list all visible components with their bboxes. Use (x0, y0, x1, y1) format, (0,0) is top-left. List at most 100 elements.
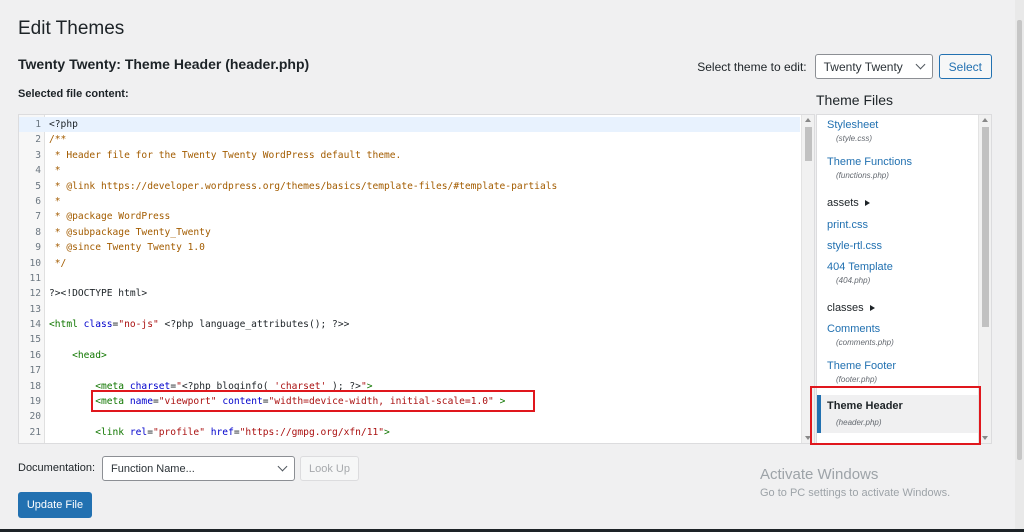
code-text: <html class="no-js" <?php language_attri… (49, 317, 349, 332)
file-link[interactable]: Stylesheet (827, 119, 878, 131)
file-link[interactable]: Theme Functions (827, 156, 912, 168)
file-item[interactable]: Comments (comments.php) (827, 323, 894, 347)
code-line[interactable]: 2 /** (19, 132, 800, 147)
code-line[interactable]: 10 */ (19, 256, 800, 271)
code-text: * @subpackage Twenty_Twenty (49, 225, 211, 240)
theme-dropdown-value: Twenty Twenty (823, 59, 903, 74)
code-line[interactable]: 1 <?php (19, 117, 800, 133)
file-link[interactable]: style-rtl.css (827, 240, 882, 252)
line-number: 3 (35, 149, 41, 161)
folder-assets[interactable]: assets (827, 197, 870, 209)
code-text: * (49, 194, 61, 209)
editor-scroll-thumb[interactable] (805, 127, 812, 161)
line-number: 14 (29, 319, 41, 331)
line-number: 20 (29, 411, 41, 423)
files-scroll-thumb[interactable] (982, 127, 989, 327)
code-line[interactable]: 4 * (19, 163, 800, 178)
update-file-button[interactable]: Update File (18, 492, 92, 518)
caret-right-icon (869, 305, 875, 311)
code-token: /** (49, 134, 67, 146)
code-line[interactable]: 17 (19, 363, 800, 378)
file-item[interactable]: print.css (827, 219, 868, 231)
code-token: * Header file for the Twenty Twenty Word… (49, 149, 402, 161)
scroll-up-arrow-icon[interactable] (805, 118, 811, 122)
code-token: <?php (49, 119, 78, 130)
scroll-up-arrow-icon[interactable] (982, 118, 988, 122)
code-line[interactable]: 16 <head> (19, 348, 800, 363)
file-link[interactable]: print.css (827, 219, 868, 231)
code-line[interactable]: 8 * @subpackage Twenty_Twenty (19, 225, 800, 240)
code-token: * (49, 165, 61, 177)
theme-select-label: Select theme to edit: (697, 59, 807, 74)
file-link[interactable]: Theme Footer (827, 360, 896, 372)
theme-files-heading: Theme Files (816, 92, 894, 108)
line-number: 1 (35, 119, 41, 130)
code-text: * @package WordPress (49, 209, 171, 224)
code-line[interactable]: 13 (19, 302, 800, 317)
code-line[interactable]: 9 * @since Twenty Twenty 1.0 (19, 240, 800, 255)
folder-label: classes (827, 302, 864, 314)
documentation-label: Documentation: (18, 462, 96, 474)
file-name: (comments.php) (836, 338, 894, 347)
code-line[interactable]: 3 * Header file for the Twenty Twenty Wo… (19, 148, 800, 163)
code-text: * @link https://developer.wordpress.org/… (49, 179, 558, 194)
code-token: "no-js" (118, 319, 159, 331)
line-number: 8 (35, 226, 41, 238)
select-theme-button[interactable]: Select (938, 54, 992, 79)
function-name-select-value: Function Name... (111, 462, 195, 475)
code-token: */ (49, 257, 67, 269)
line-number: 11 (29, 272, 41, 284)
page-title: Edit Themes (18, 18, 125, 39)
page-scroll-thumb[interactable] (1017, 20, 1022, 460)
code-line[interactable]: 21 <link rel="profile" href="https://gmp… (19, 425, 800, 440)
code-line[interactable]: 11 (19, 271, 800, 286)
code-token: href (210, 426, 234, 438)
code-line[interactable]: 12 ?><!DOCTYPE html> (19, 286, 800, 301)
code-line[interactable]: 6 * (19, 194, 800, 209)
file-item[interactable]: Theme Footer (footer.php) (827, 360, 896, 384)
theme-select-row: Select theme to edit: Twenty Twenty Sele… (697, 54, 992, 79)
activate-windows-subtitle: Go to PC settings to activate Windows. (760, 487, 951, 499)
line-number: 19 (29, 396, 41, 408)
theme-dropdown[interactable]: Twenty Twenty (814, 54, 933, 79)
line-number: 12 (29, 288, 41, 300)
file-item[interactable]: 404 Template (404.php) (827, 261, 893, 285)
file-name: (style.css) (836, 134, 872, 143)
line-number: 13 (29, 303, 41, 315)
file-link[interactable]: Comments (827, 323, 894, 335)
code-token: "https://gmpg.org/xfn/11" (239, 426, 385, 438)
file-item[interactable]: style-rtl.css (827, 240, 882, 252)
theme-header-highlight (810, 386, 981, 445)
file-title: Twenty Twenty: Theme Header (header.php) (18, 56, 310, 72)
code-line[interactable]: 7 * @package WordPress (19, 209, 800, 224)
line-number: 17 (29, 365, 41, 377)
code-text: * (49, 163, 61, 178)
scroll-down-arrow-icon[interactable] (982, 436, 988, 440)
page-scrollbar[interactable] (1015, 0, 1024, 532)
folder-classes[interactable]: classes (827, 302, 875, 314)
viewport-meta-highlight (91, 390, 535, 412)
line-number: 9 (35, 242, 41, 254)
code-token: rel (129, 426, 148, 438)
file-name: (functions.php) (836, 171, 889, 180)
look-up-button[interactable]: Look Up (300, 456, 359, 481)
folder-label: assets (827, 197, 859, 209)
code-token: > (384, 426, 390, 438)
file-name: (footer.php) (836, 375, 878, 384)
function-name-select[interactable]: Function Name... (102, 456, 295, 481)
line-number: 18 (29, 380, 41, 392)
code-token: * @link https://developer.wordpress.org/… (49, 180, 558, 192)
code-token: ?><!DOCTYPE html> (49, 288, 148, 300)
code-line[interactable]: 14 <html class="no-js" <?php language_att… (19, 317, 800, 332)
code-token: <link (49, 426, 130, 438)
code-line[interactable]: 5 * @link https://developer.wordpress.or… (19, 179, 800, 194)
line-number: 21 (29, 426, 41, 438)
file-item[interactable]: Stylesheet (style.css) (827, 119, 878, 143)
line-number: 2 (35, 134, 41, 146)
file-link[interactable]: 404 Template (827, 261, 893, 273)
line-number: 5 (35, 180, 41, 192)
code-text: ?><!DOCTYPE html> (49, 286, 147, 301)
file-item[interactable]: Theme Functions (functions.php) (827, 156, 912, 180)
code-token: <head> (49, 349, 107, 361)
code-line[interactable]: 15 (19, 332, 800, 347)
